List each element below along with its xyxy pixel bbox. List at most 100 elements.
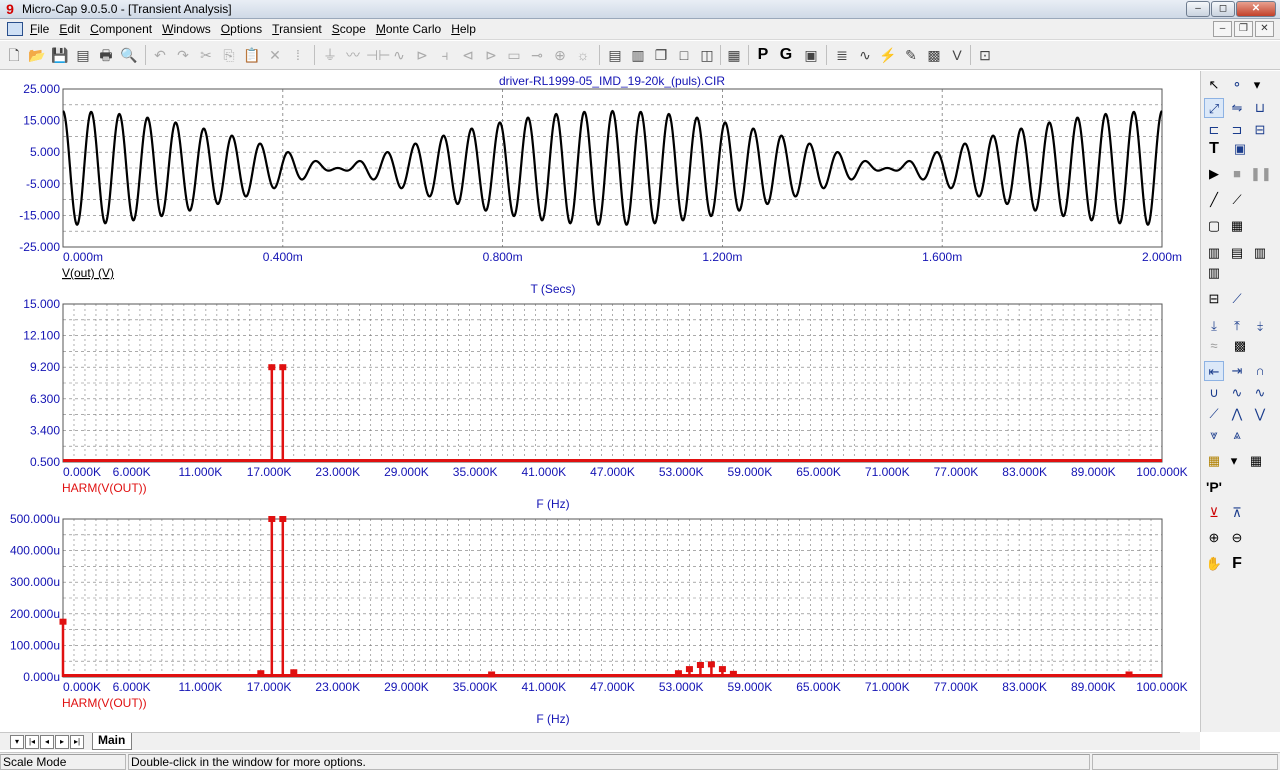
zoom-out-icon[interactable]: ⊖ [1227, 528, 1247, 548]
inflection-icon[interactable]: ⋀ [1227, 404, 1247, 424]
mdi-minimize-button[interactable]: – [1213, 21, 1232, 37]
minor-grid-icon[interactable]: ▦ [1227, 216, 1247, 236]
delete-icon[interactable]: ✕ [265, 45, 285, 65]
table-icon[interactable]: ▦ [1246, 451, 1266, 471]
line-points-icon[interactable]: ⟋ [1227, 190, 1247, 210]
time-domain-panel[interactable]: 25.000 15.000 5.000 -5.000 -15.000 -25.0000.0… [19, 82, 1182, 264]
zoom-in-icon[interactable]: ⊕ [1204, 528, 1224, 548]
battery-icon[interactable]: ⫞ [435, 45, 455, 65]
cascade-icon[interactable]: ❐ [651, 45, 671, 65]
inductor-icon[interactable]: ∿ [389, 45, 409, 65]
markers-2-icon[interactable]: ⊼ [1227, 503, 1247, 523]
inflection-2-icon[interactable]: ⋁ [1250, 404, 1270, 424]
menu-edit[interactable]: Edit [59, 22, 80, 36]
waveform-icon[interactable]: ∿ [855, 45, 875, 65]
scope-view-icon[interactable]: ▩ [1230, 336, 1250, 356]
grid-style-1-icon[interactable]: ▥ [1204, 243, 1224, 263]
graphics-icon[interactable]: ▣ [1230, 139, 1250, 159]
performance-tag-icon[interactable]: ⊟ [1250, 120, 1270, 140]
grid-style-3-icon[interactable]: ▥ [1250, 243, 1270, 263]
next-page-icon[interactable]: ▸ [55, 735, 69, 749]
mdi-restore-button[interactable]: ❐ [1234, 21, 1253, 37]
split-window-icon[interactable]: ◫ [697, 45, 717, 65]
stack-up-icon[interactable]: ⩓ [1227, 425, 1247, 445]
menu-monte-carlo[interactable]: Monte Carlo [376, 22, 441, 36]
menu-file[interactable]: File [30, 22, 49, 36]
npn-icon[interactable]: ⊲ [458, 45, 478, 65]
new-file-icon[interactable]: 🗋 [4, 45, 24, 65]
pnp-icon[interactable]: ⊳ [481, 45, 501, 65]
close-button[interactable]: ✕ [1236, 1, 1276, 17]
pause-icon[interactable]: ❚❚ [1250, 164, 1272, 184]
copy-icon[interactable]: ⎘ [219, 45, 239, 65]
menu-scope[interactable]: Scope [332, 22, 366, 36]
stack-down-icon[interactable]: ⩔ [1204, 425, 1224, 445]
first-page-icon[interactable]: |◂ [25, 735, 39, 749]
dropdown-arrow-icon[interactable]: ▾ [1247, 75, 1267, 95]
source-icon[interactable]: ⊕ [550, 45, 570, 65]
scale-mode-icon[interactable]: ⤢ [1204, 98, 1224, 118]
menu-help[interactable]: Help [451, 22, 476, 36]
redo-icon[interactable]: ↷ [173, 45, 193, 65]
baseline-icon[interactable]: ⊟ [1204, 289, 1224, 309]
minimize-button[interactable]: – [1186, 1, 1210, 17]
menu-windows[interactable]: Windows [162, 22, 211, 36]
analysis-help-icon[interactable]: ⊡ [975, 45, 995, 65]
opamp-icon[interactable]: ▭ [504, 45, 524, 65]
grid-style-4-icon[interactable]: ▥ [1204, 263, 1224, 283]
menu-component[interactable]: Component [90, 22, 152, 36]
open-folder-icon[interactable]: 📂 [27, 45, 47, 65]
cut-icon[interactable]: ✂ [196, 45, 216, 65]
menu-options[interactable]: Options [221, 22, 262, 36]
resistor-icon[interactable]: 〰 [343, 45, 363, 65]
grid-icon[interactable]: ▢ [1204, 216, 1224, 236]
tab-dropdown-icon[interactable]: ▾ [10, 735, 24, 749]
run-icon[interactable]: ▶ [1204, 164, 1224, 184]
last-page-icon[interactable]: ▸| [70, 735, 84, 749]
properties-icon[interactable]: ▣ [801, 45, 821, 65]
menu-transient[interactable]: Transient [272, 22, 322, 36]
plot-svg[interactable]: driver-RL1999-05_IMD_19-20k_(puls).CIR 2… [0, 71, 1200, 732]
tile-vertical-icon[interactable]: ▥ [628, 45, 648, 65]
print-icon[interactable]: 🖶 [96, 45, 116, 65]
select-arrow-icon[interactable]: ↖ [1204, 75, 1224, 95]
point-tag-icon[interactable]: ⊔ [1250, 98, 1270, 118]
spectrum-detail-panel[interactable]: 500.000u 400.000u 300.000u 200.000u 100.000u… [10, 512, 1188, 694]
switch-icon[interactable]: ⊸ [527, 45, 547, 65]
micro-cap-app-icon[interactable]: 9 [3, 2, 17, 16]
scroll-corner[interactable] [1180, 732, 1200, 750]
palette-dropdown-icon[interactable]: ▾ [1224, 451, 1244, 471]
p-tool-icon[interactable]: P [753, 45, 773, 65]
tab-main[interactable]: Main [92, 733, 132, 750]
maximize-button[interactable]: ◻ [1211, 1, 1235, 17]
probe-icon[interactable]: ⚡ [878, 45, 898, 65]
save-icon[interactable]: 💾 [50, 45, 70, 65]
node-select-icon[interactable]: ⚬ [1227, 75, 1247, 95]
go-left-icon[interactable]: ⇤ [1204, 361, 1224, 381]
mdi-close-button[interactable]: ✕ [1255, 21, 1274, 37]
line-icon[interactable]: ╱ [1204, 190, 1224, 210]
bulb-icon[interactable]: ☼ [573, 45, 593, 65]
go-right-icon[interactable]: ⇥ [1227, 361, 1247, 381]
wave-up-icon[interactable]: ∿ [1250, 383, 1270, 403]
peak-icon[interactable]: ⤓ [1204, 316, 1224, 336]
valley-curve-icon[interactable]: ∪ [1204, 383, 1224, 403]
calculator-icon[interactable]: ▦ [724, 45, 744, 65]
p-label-tool-icon[interactable]: 'P' [1204, 477, 1224, 497]
slope-icon[interactable]: ⟋ [1227, 289, 1247, 309]
ground-icon[interactable]: ⏚ [320, 45, 340, 65]
wave-down-icon[interactable]: ∿ [1227, 383, 1247, 403]
prev-page-icon[interactable]: ◂ [40, 735, 54, 749]
pen-icon[interactable]: ✎ [901, 45, 921, 65]
capacitor-icon[interactable]: ⊣⊢ [366, 45, 390, 65]
scope-icon[interactable]: ▩ [924, 45, 944, 65]
select-all-icon[interactable]: ⁞ [288, 45, 308, 65]
document-icon[interactable] [7, 22, 23, 36]
palette-color-icon[interactable]: ▦ [1204, 451, 1224, 471]
print-preview-icon[interactable]: 🔍 [119, 45, 139, 65]
save-all-icon[interactable]: ▤ [73, 45, 93, 65]
vertical-tag-icon[interactable]: ⊐ [1227, 120, 1247, 140]
markers-icon[interactable]: ⊻ [1204, 503, 1224, 523]
undo-icon[interactable]: ↶ [150, 45, 170, 65]
horizontal-tag-icon[interactable]: ⊏ [1204, 120, 1224, 140]
